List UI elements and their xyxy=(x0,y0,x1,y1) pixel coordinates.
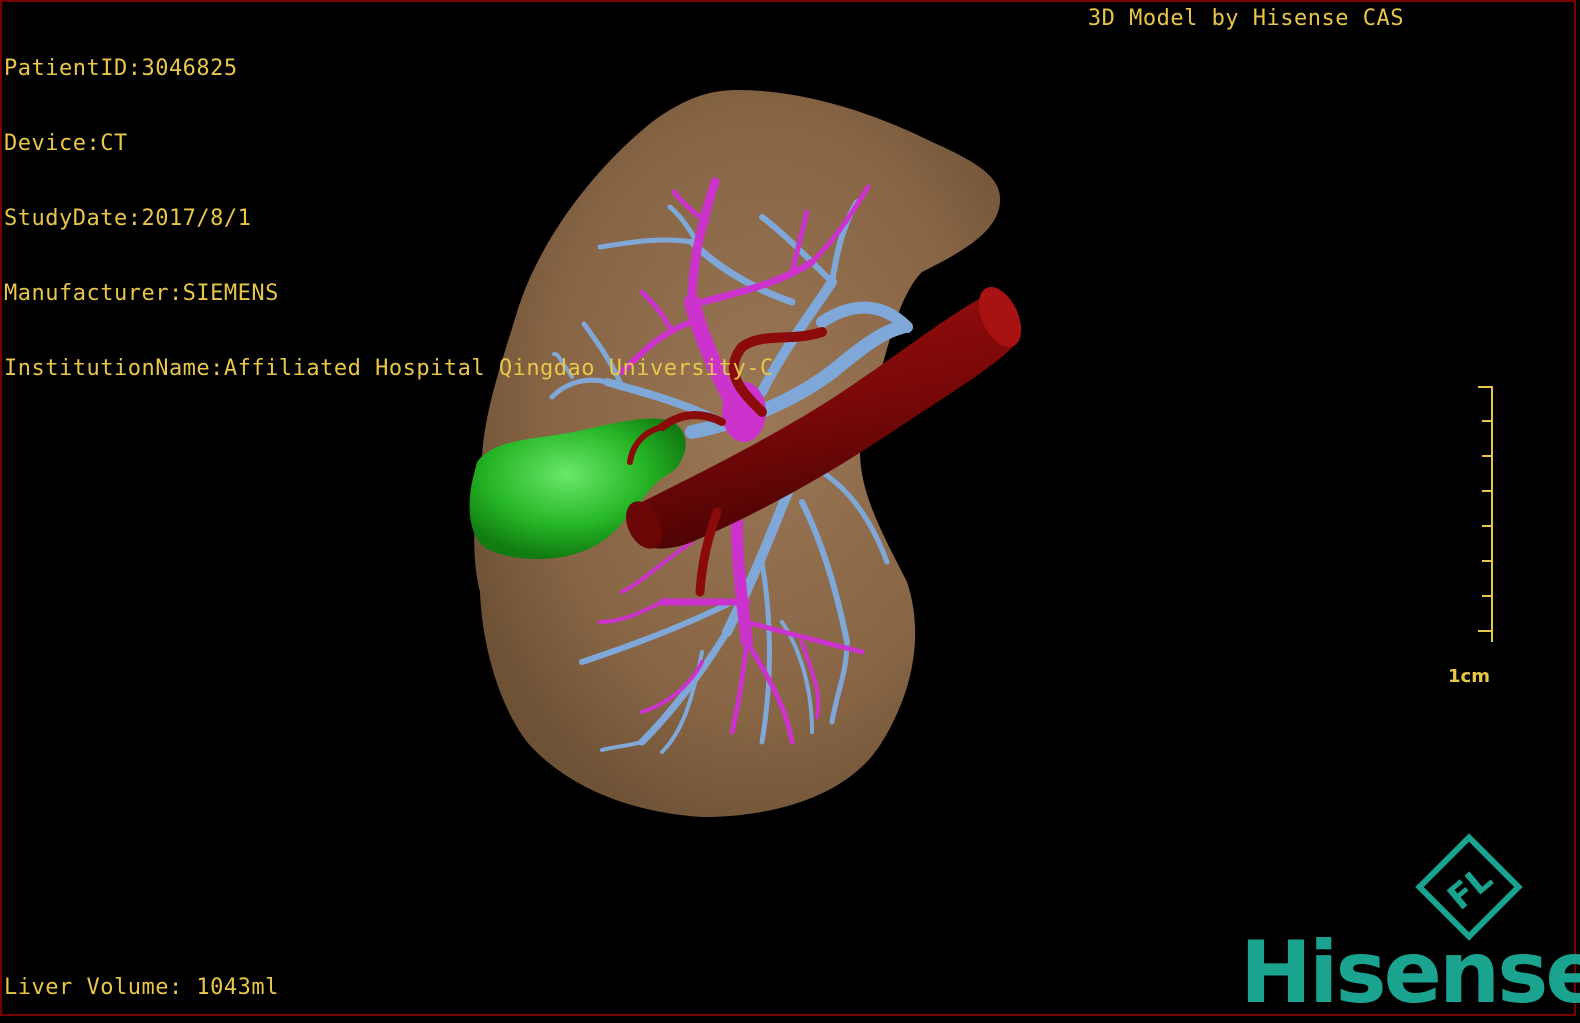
scale-bar-label: 1cm xyxy=(1448,666,1490,687)
institution-name: InstitutionName:Affiliated Hospital Qing… xyxy=(4,356,774,381)
manufacturer: Manufacturer:SIEMENS xyxy=(4,281,279,306)
hisense-logo: Hisense xyxy=(1240,923,1580,1023)
3d-viewport[interactable]: PatientID:3046825 Device:CT StudyDate:20… xyxy=(0,0,1580,1016)
study-date: StudyDate:2017/8/1 xyxy=(4,206,252,231)
model-credit: 3D Model by Hisense CAS xyxy=(1087,6,1404,31)
fl-logo-letters: FL xyxy=(1440,859,1500,918)
patient-id: PatientID:3046825 xyxy=(4,56,238,81)
scale-bar xyxy=(1478,386,1493,642)
dicom-metadata-overlay: PatientID:3046825 Device:CT StudyDate:20… xyxy=(4,6,774,431)
device: Device:CT xyxy=(4,131,128,156)
liver-volume: Liver Volume: 1043ml xyxy=(4,975,279,1000)
